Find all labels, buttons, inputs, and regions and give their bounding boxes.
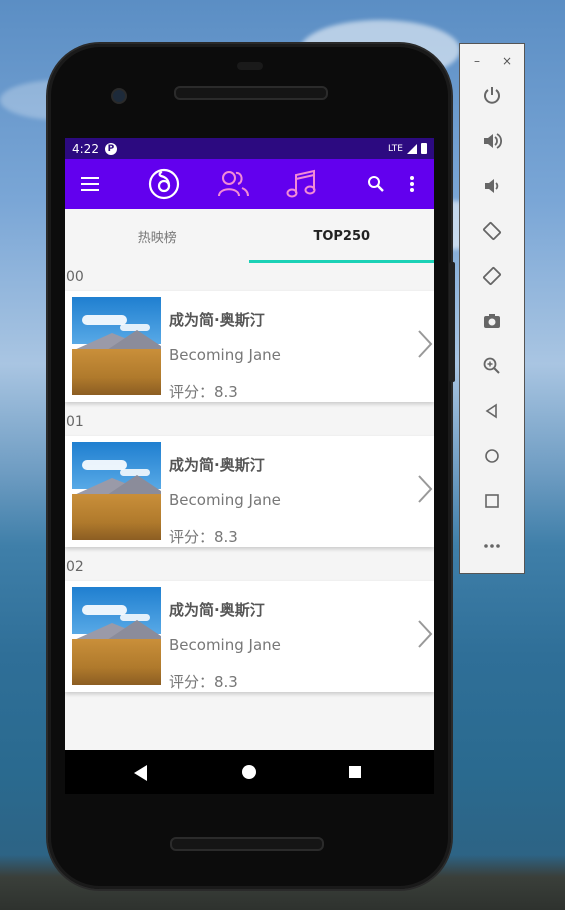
movie-title: 成为简·奥斯汀	[169, 311, 265, 329]
movie-subtitle: Becoming Jane	[169, 346, 281, 364]
movie-card[interactable]: 成为简·奥斯汀 Becoming Jane 评分：8.3	[65, 436, 434, 547]
status-time: 4:22	[72, 141, 99, 156]
camera-icon[interactable]	[481, 310, 503, 332]
status-bar: 4:22 P LTE	[65, 138, 434, 159]
rotate-left-icon[interactable]	[481, 220, 503, 242]
movie-subtitle: Becoming Jane	[169, 636, 281, 654]
recents-icon[interactable]	[349, 766, 361, 778]
back-triangle-icon[interactable]	[481, 400, 503, 422]
list-index: 00	[66, 269, 84, 285]
list-index: 01	[66, 414, 84, 430]
menu-icon[interactable]	[81, 177, 99, 195]
movie-poster	[72, 587, 161, 685]
notification-icon: P	[104, 142, 117, 155]
movie-poster	[72, 442, 161, 540]
overview-square-icon[interactable]	[481, 490, 503, 512]
home-circle-icon[interactable]	[481, 445, 503, 467]
search-icon[interactable]	[367, 175, 385, 193]
tab-indicator	[249, 260, 434, 263]
tab-now-showing[interactable]: 热映榜	[65, 209, 250, 263]
movie-list[interactable]: 00 成为简·奥斯汀 Becoming Jane 评分：8.3 01 成为简·奥…	[65, 263, 434, 692]
movie-score: 评分：8.3	[169, 383, 238, 401]
friends-icon[interactable]	[216, 167, 250, 201]
power-button	[449, 262, 455, 382]
zoom-icon[interactable]	[481, 355, 503, 377]
chevron-right-icon[interactable]	[416, 619, 434, 649]
movie-score: 评分：8.3	[169, 528, 238, 546]
music-note-logo-icon[interactable]	[147, 167, 181, 201]
network-type: LTE	[388, 143, 403, 154]
back-icon[interactable]	[134, 765, 147, 781]
chevron-right-icon[interactable]	[416, 474, 434, 504]
top-speaker	[174, 86, 328, 100]
signal-icon	[407, 143, 417, 154]
minimize-button[interactable]: –	[474, 54, 480, 68]
earpiece	[237, 62, 263, 70]
volume-up-icon[interactable]	[481, 130, 503, 152]
rotate-right-icon[interactable]	[481, 265, 503, 287]
tab-bar: 热映榜 TOP250	[65, 209, 434, 263]
list-index: 02	[66, 559, 84, 575]
emulator-toolbar: – ×	[459, 43, 525, 574]
app-bar	[65, 159, 434, 209]
home-icon[interactable]	[242, 765, 256, 779]
more-horiz-icon[interactable]	[481, 535, 503, 557]
more-vert-icon[interactable]	[410, 176, 414, 194]
app-screen: 4:22 P LTE 热映榜 TOP250 00 成为简·奥斯汀 Becomin…	[65, 138, 434, 750]
volume-down-icon[interactable]	[481, 175, 503, 197]
tab-top250[interactable]: TOP250	[250, 209, 435, 263]
movie-title: 成为简·奥斯汀	[169, 456, 265, 474]
power-icon[interactable]	[481, 84, 503, 106]
movie-card[interactable]: 成为简·奥斯汀 Becoming Jane 评分：8.3	[65, 291, 434, 402]
movie-subtitle: Becoming Jane	[169, 491, 281, 509]
bottom-speaker	[170, 837, 324, 851]
movie-score: 评分：8.3	[169, 673, 238, 691]
movie-poster	[72, 297, 161, 395]
chevron-right-icon[interactable]	[416, 329, 434, 359]
movie-title: 成为简·奥斯汀	[169, 601, 265, 619]
front-camera	[111, 88, 127, 104]
close-button[interactable]: ×	[502, 54, 512, 68]
system-nav-bar	[65, 750, 434, 794]
movie-card[interactable]: 成为简·奥斯汀 Becoming Jane 评分：8.3	[65, 581, 434, 692]
battery-icon	[421, 143, 427, 154]
music-notes-icon[interactable]	[285, 167, 319, 201]
